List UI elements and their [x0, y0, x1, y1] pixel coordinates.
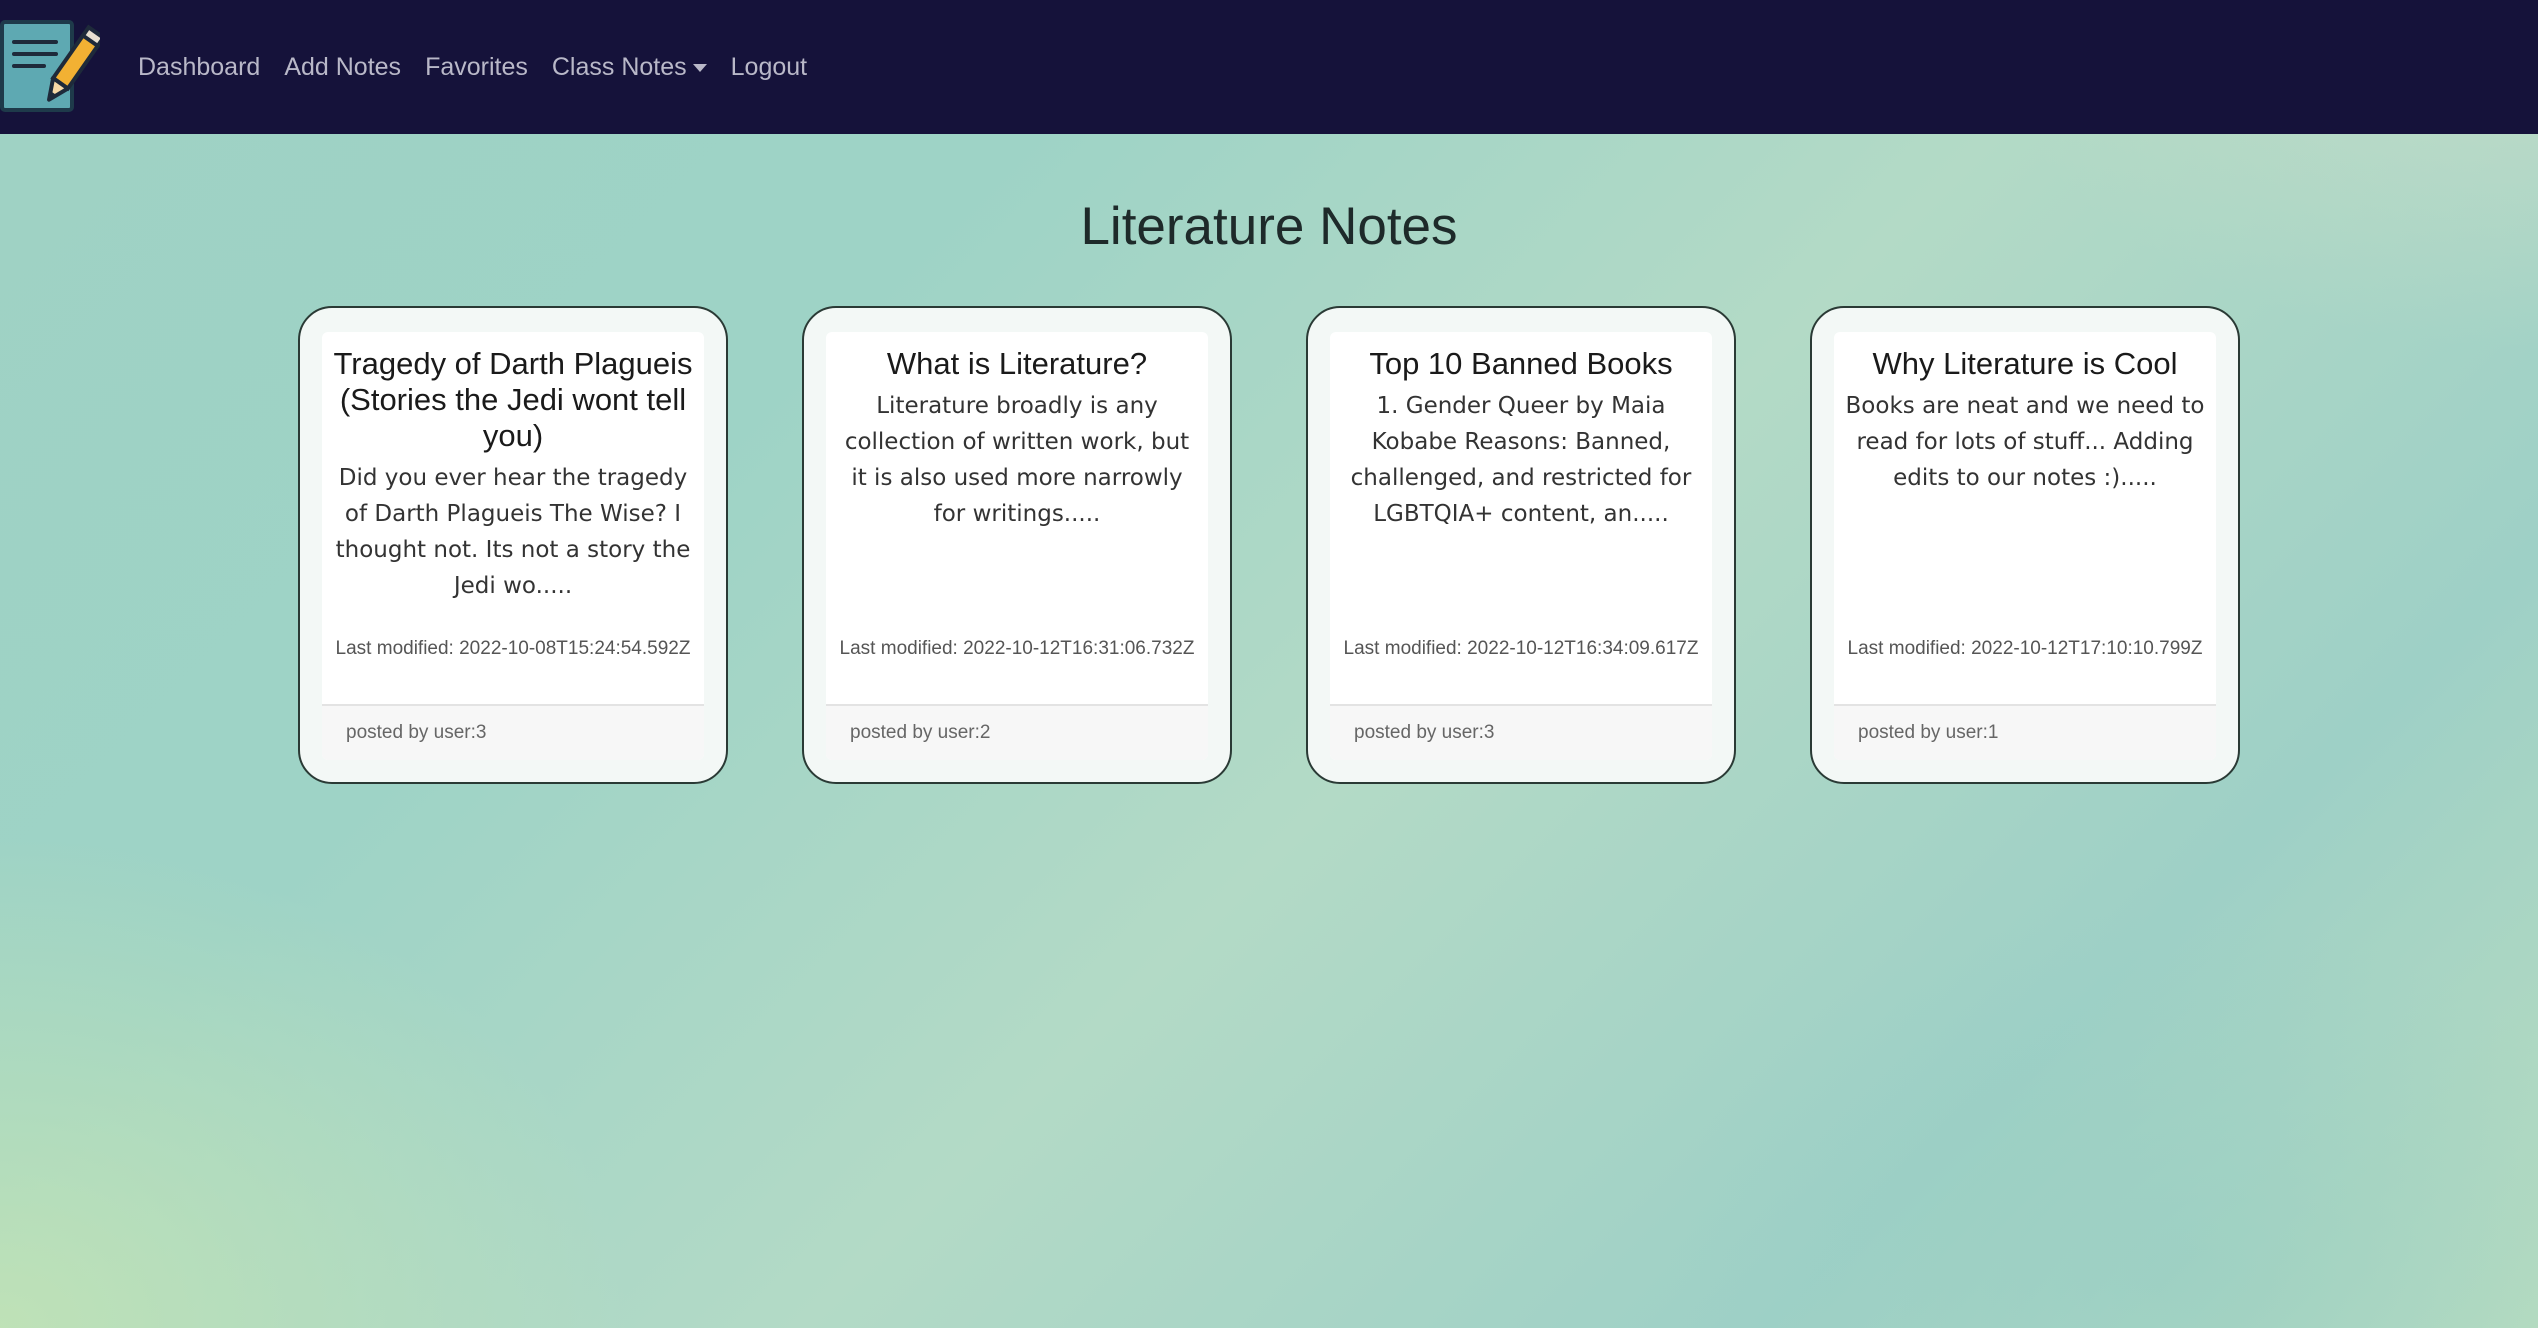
nav-add-notes-link[interactable]: Add Notes — [284, 53, 401, 82]
note-card[interactable]: Tragedy of Darth Plagueis (Stories the J… — [298, 306, 728, 784]
note-card-footer: posted by user:1 — [1834, 704, 2216, 760]
note-card-content: What is Literature? Literature broadly i… — [826, 332, 1208, 760]
note-title[interactable]: Why Literature is Cool — [1844, 346, 2206, 382]
note-excerpt: 1. Gender Queer by Maia Kobabe Reasons: … — [1350, 393, 1692, 527]
note-last-modified: Last modified: 2022-10-12T17:10:10.799Z — [1847, 638, 2203, 659]
note-author: posted by user:2 — [850, 722, 991, 743]
note-excerpt: Literature broadly is any collection of … — [844, 393, 1190, 527]
notepad-pencil-icon[interactable] — [0, 20, 107, 116]
note-excerpt: Books are neat and we need to read for l… — [1845, 393, 2205, 491]
note-title[interactable]: Tragedy of Darth Plagueis (Stories the J… — [332, 346, 694, 454]
note-title[interactable]: What is Literature? — [836, 346, 1198, 382]
note-card-footer: posted by user:3 — [1330, 704, 1712, 760]
note-title[interactable]: Top 10 Banned Books — [1340, 346, 1702, 382]
nav-logout-link[interactable]: Logout — [731, 53, 807, 82]
note-card-footer: posted by user:2 — [826, 704, 1208, 760]
note-last-modified: Last modified: 2022-10-12T16:34:09.617Z — [1343, 638, 1699, 659]
note-card-footer: posted by user:3 — [322, 704, 704, 760]
note-card-body: What is Literature? Literature broadly i… — [826, 332, 1208, 704]
nav-links: Dashboard Add Notes Favorites Class Note… — [138, 0, 831, 134]
note-author: posted by user:1 — [1858, 722, 1999, 743]
note-author: posted by user:3 — [1354, 722, 1495, 743]
nav-class-notes-dropdown[interactable]: Class Notes — [552, 53, 707, 82]
note-card-body: Tragedy of Darth Plagueis (Stories the J… — [322, 332, 704, 704]
note-author: posted by user:3 — [346, 722, 487, 743]
nav-favorites-link[interactable]: Favorites — [425, 53, 528, 82]
note-last-modified: Last modified: 2022-10-08T15:24:54.592Z — [335, 638, 691, 659]
note-card-content: Tragedy of Darth Plagueis (Stories the J… — [322, 332, 704, 760]
note-card-body: Why Literature is Cool Books are neat an… — [1834, 332, 2216, 704]
note-excerpt: Did you ever hear the tragedy of Darth P… — [335, 465, 691, 599]
note-card[interactable]: Top 10 Banned Books 1. Gender Queer by M… — [1306, 306, 1736, 784]
nav-class-notes-label: Class Notes — [551, 52, 687, 81]
navbar: Dashboard Add Notes Favorites Class Note… — [0, 0, 2538, 134]
page-title: Literature Notes — [1080, 197, 1458, 256]
note-card[interactable]: What is Literature? Literature broadly i… — [802, 306, 1232, 784]
note-card-content: Top 10 Banned Books 1. Gender Queer by M… — [1330, 332, 1712, 760]
note-last-modified: Last modified: 2022-10-12T16:31:06.732Z — [839, 638, 1195, 659]
note-card[interactable]: Why Literature is Cool Books are neat an… — [1810, 306, 2240, 784]
caret-down-icon — [692, 64, 707, 72]
note-card-content: Why Literature is Cool Books are neat an… — [1834, 332, 2216, 760]
nav-dashboard-link[interactable]: Dashboard — [138, 53, 260, 82]
note-card-body: Top 10 Banned Books 1. Gender Queer by M… — [1330, 332, 1712, 704]
